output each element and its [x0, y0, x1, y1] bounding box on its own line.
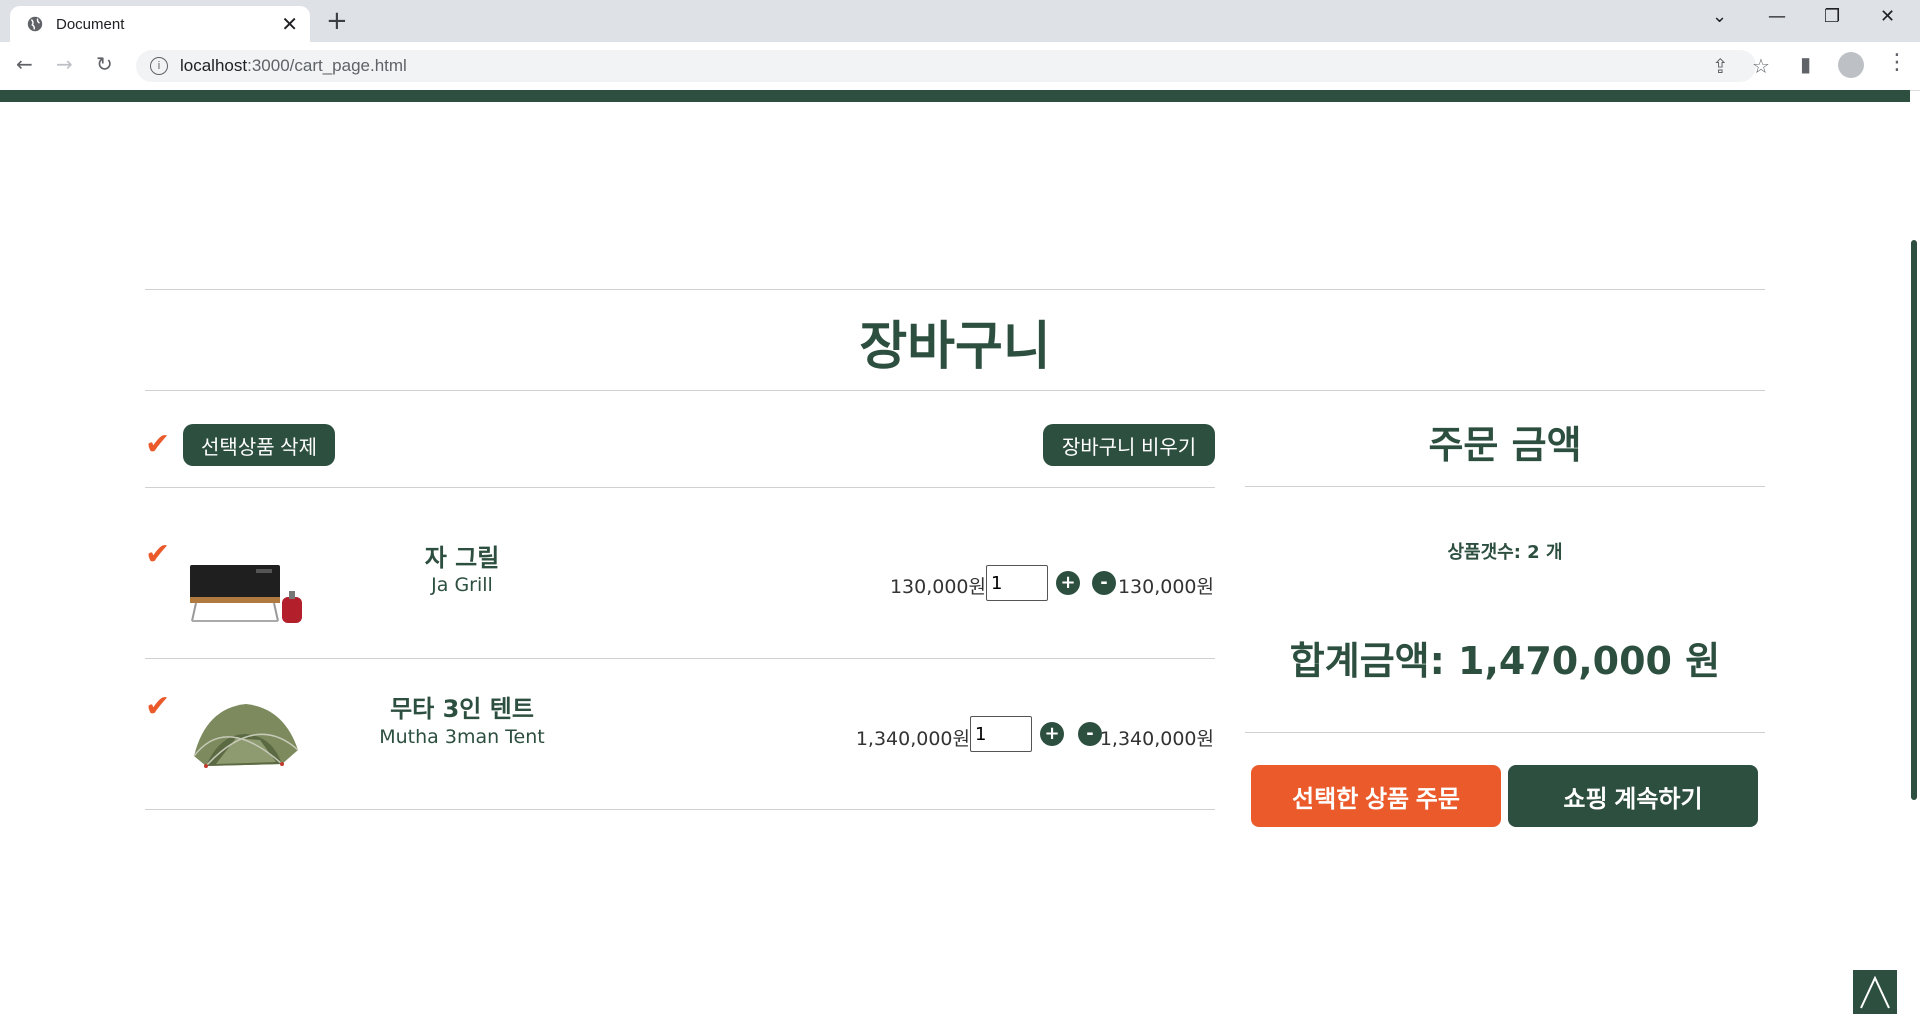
increase-quantity-button[interactable]: + — [1040, 722, 1064, 746]
divider — [145, 809, 1215, 810]
divider — [1245, 732, 1765, 733]
globe-icon — [27, 16, 43, 32]
grill-image — [190, 565, 302, 623]
scroll-to-top-button[interactable] — [1853, 970, 1897, 1014]
order-selected-button[interactable]: 선택한 상품 주문 — [1251, 765, 1501, 827]
browser-menu-icon[interactable]: ⋮ — [1886, 50, 1908, 75]
item-count: 상품갯수: 2 개 — [1447, 542, 1563, 563]
forward-icon[interactable]: → — [56, 52, 73, 76]
item-line-total: 1,340,000원 — [1099, 728, 1214, 750]
delete-selected-button[interactable]: 선택상품 삭제 — [183, 424, 335, 466]
item-name-en: Ja Grill — [431, 574, 493, 596]
divider — [145, 289, 1765, 290]
site-info-icon[interactable]: i — [150, 57, 168, 75]
item-unit-price: 130,000원 — [889, 576, 986, 598]
side-panel-icon[interactable]: ▮ — [1800, 52, 1811, 76]
share-icon[interactable]: ⇪ — [1712, 54, 1729, 78]
item-name-en: Mutha 3man Tent — [379, 726, 545, 748]
continue-shopping-button[interactable]: 쇼핑 계속하기 — [1508, 765, 1758, 827]
new-tab-icon[interactable]: + — [326, 6, 348, 36]
bookmark-star-icon[interactable]: ☆ — [1752, 54, 1770, 78]
browser-tab[interactable]: Document ✕ — [10, 6, 310, 42]
item-check-icon[interactable]: ✔ — [145, 540, 170, 570]
item-check-icon[interactable]: ✔ — [145, 692, 170, 722]
restore-icon[interactable]: ❐ — [1824, 6, 1840, 27]
quantity-input[interactable] — [970, 716, 1032, 752]
divider — [145, 390, 1765, 391]
url-text: localhost:3000/cart_page.html — [180, 56, 407, 75]
back-icon[interactable]: ← — [16, 52, 33, 76]
profile-avatar-icon[interactable] — [1838, 52, 1864, 78]
divider — [145, 487, 1215, 488]
order-summary-title: 주문 금액 — [1428, 423, 1582, 467]
header-stripe — [0, 90, 1910, 102]
divider — [145, 658, 1215, 659]
browser-tab-bar: Document ✕ + ⌄ — ❐ ✕ — [0, 0, 1920, 42]
item-name-ko: 무타 3인 텐트 — [390, 695, 534, 723]
item-line-total: 130,000원 — [1117, 576, 1214, 598]
address-bar: ← → ↻ i localhost:3000/cart_page.html ⇪ … — [0, 42, 1920, 91]
page-title: 장바구니 — [859, 317, 1051, 377]
tab-search-icon[interactable]: ⌄ — [1712, 6, 1727, 27]
total-amount: 합계금액: 1,470,000 원 — [1289, 639, 1721, 683]
scrollbar[interactable] — [1911, 240, 1917, 800]
reload-icon[interactable]: ↻ — [96, 52, 113, 76]
tent-image — [193, 704, 299, 768]
empty-cart-button[interactable]: 장바구니 비우기 — [1043, 424, 1215, 466]
close-window-icon[interactable]: ✕ — [1880, 6, 1895, 27]
close-tab-icon[interactable]: ✕ — [281, 12, 298, 36]
minimize-icon[interactable]: — — [1768, 6, 1786, 27]
url-input[interactable]: i localhost:3000/cart_page.html — [136, 50, 1756, 82]
item-name-ko: 자 그릴 — [424, 544, 500, 572]
chevron-up-icon — [1860, 975, 1890, 1009]
divider — [1245, 486, 1765, 487]
item-unit-price: 1,340,000원 — [855, 728, 970, 750]
select-all-check-icon[interactable]: ✔ — [145, 430, 170, 460]
increase-quantity-button[interactable]: + — [1056, 571, 1080, 595]
tab-title: Document — [56, 15, 125, 33]
quantity-input[interactable] — [986, 565, 1048, 601]
